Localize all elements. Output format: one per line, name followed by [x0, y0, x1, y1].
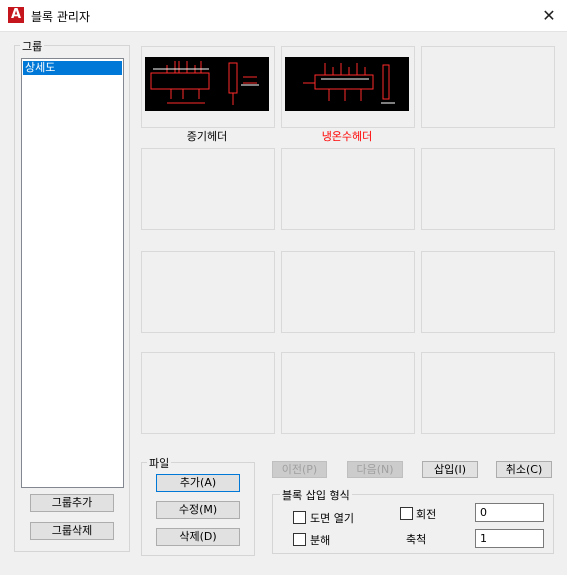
cancel-button[interactable]: 취소(C) — [496, 461, 552, 478]
block-thumbnail-empty — [421, 251, 555, 333]
scale-input[interactable]: 1 — [475, 529, 544, 548]
prev-button[interactable]: 이전(P) — [272, 461, 327, 478]
delete-group-button[interactable]: 그룹삭제 — [30, 522, 114, 540]
block-thumbnail-2[interactable] — [281, 46, 415, 128]
close-icon[interactable]: ✕ — [535, 3, 563, 28]
scale-label: 축척 — [406, 533, 427, 546]
block-thumbnail-empty — [281, 251, 415, 333]
explode-checkbox[interactable] — [293, 533, 306, 546]
block-preview-drawing — [150, 61, 259, 105]
autocad-app-icon: A — [8, 7, 24, 23]
explode-label: 분해 — [310, 534, 331, 547]
delete-file-button[interactable]: 삭제(D) — [156, 528, 240, 546]
block-preview-image — [285, 57, 409, 111]
rotate-checkbox[interactable] — [400, 507, 413, 520]
block-thumbnail-empty — [421, 46, 555, 128]
block-thumbnail-empty — [421, 148, 555, 230]
block-caption-2: 냉온수헤더 — [321, 130, 373, 143]
open-drawing-label: 도면 열기 — [310, 512, 354, 525]
block-caption-1: 증기헤더 — [186, 130, 228, 143]
block-thumbnail-1[interactable] — [141, 46, 275, 128]
block-preview-image — [145, 57, 269, 111]
block-thumbnail-empty — [281, 148, 415, 230]
group-list-item[interactable]: 상세도 — [23, 61, 122, 75]
group-listbox[interactable]: 상세도 — [21, 58, 124, 488]
open-drawing-checkbox[interactable] — [293, 511, 306, 524]
insert-options-legend: 블록 삽입 형식 — [280, 487, 352, 503]
rotate-input[interactable]: 0 — [475, 503, 544, 522]
next-button[interactable]: 다음(N) — [347, 461, 403, 478]
block-thumbnail-empty — [141, 352, 275, 434]
insert-button[interactable]: 삽입(I) — [422, 461, 478, 478]
title-bar: A 블록 관리자 ✕ — [0, 0, 567, 32]
block-thumbnail-empty — [421, 352, 555, 434]
window-title: 블록 관리자 — [31, 10, 91, 24]
edit-file-button[interactable]: 수정(M) — [156, 501, 240, 519]
add-group-button[interactable]: 그룹추가 — [30, 494, 114, 512]
block-thumbnail-empty — [141, 148, 275, 230]
rotate-label: 회전 — [416, 508, 437, 521]
add-file-button[interactable]: 추가(A) — [156, 474, 240, 492]
file-legend: 파일 — [147, 455, 172, 471]
group-legend: 그룹 — [20, 38, 45, 54]
block-thumbnail-empty — [281, 352, 415, 434]
block-thumbnail-empty — [141, 251, 275, 333]
block-preview-drawing — [303, 63, 395, 104]
